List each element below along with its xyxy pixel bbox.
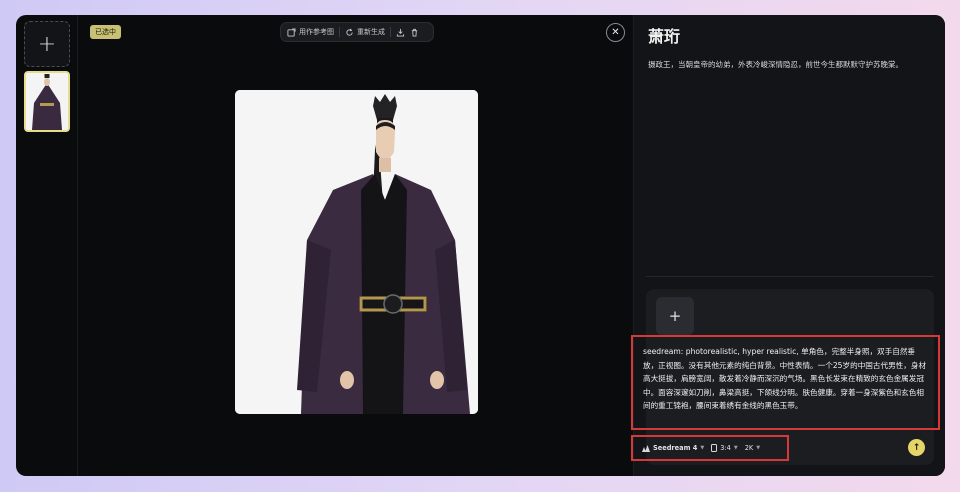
trash-icon <box>411 28 418 37</box>
regenerate-icon <box>346 28 353 36</box>
regenerate-label: 重新生成 <box>357 28 385 36</box>
app-window: + 已选中 用作参考图 重新生成 ✕ 萧珩 摄政王，当朝皇帝的幼弟，外表冷峻深情… <box>16 15 945 476</box>
ratio-selector[interactable]: 3:4 ▼ <box>711 444 738 452</box>
model-label: Seedream 4 <box>653 444 698 452</box>
download-button[interactable] <box>396 28 405 37</box>
character-portrait <box>235 90 478 414</box>
send-button[interactable]: ↑ <box>908 439 925 456</box>
chevron-down-icon: ▼ <box>733 445 738 451</box>
close-button[interactable]: ✕ <box>606 23 625 42</box>
download-icon <box>396 28 405 37</box>
add-image-button[interactable]: + <box>24 21 70 67</box>
use-as-reference-label: 用作参考图 <box>299 28 334 36</box>
generation-settings: Seedream 4 ▼ 3:4 ▼ 2K ▼ <box>631 435 789 461</box>
arrow-up-icon: ↑ <box>912 442 921 453</box>
delete-button[interactable] <box>410 28 419 37</box>
character-name: 萧珩 <box>648 27 681 46</box>
model-icon <box>642 444 650 452</box>
ratio-label: 3:4 <box>720 444 731 452</box>
chevron-down-icon: ▼ <box>756 445 761 451</box>
toolbar-divider <box>339 27 340 37</box>
image-toolbar: 用作参考图 重新生成 <box>280 22 434 42</box>
character-thumbnail-image <box>26 73 68 130</box>
thumbnail-selected[interactable] <box>24 71 70 132</box>
character-description: 摄政王，当朝皇帝的幼弟，外表冷峻深情隐忍，前世今生都默默守护苏晚棠。 <box>648 60 903 69</box>
generated-character-image <box>235 90 478 414</box>
prompt-composer: + seedream: photorealistic, hyper realis… <box>631 289 940 465</box>
plus-icon: + <box>37 31 57 57</box>
model-selector[interactable]: Seedream 4 ▼ <box>642 444 704 452</box>
plus-icon: + <box>668 307 682 325</box>
selected-badge: 已选中 <box>90 25 121 39</box>
thumbnail-rail: + <box>16 15 78 476</box>
aspect-ratio-icon <box>711 444 718 452</box>
resolution-selector[interactable]: 2K ▼ <box>745 444 760 452</box>
chevron-down-icon: ▼ <box>700 445 705 451</box>
character-panel: 萧珩 摄政王，当朝皇帝的幼弟，外表冷峻深情隐忍，前世今生都默默守护苏晚棠。 + … <box>631 15 945 476</box>
panel-divider <box>646 276 934 277</box>
close-icon: ✕ <box>611 27 620 38</box>
add-reference-button[interactable]: + <box>656 297 694 335</box>
image-stage: 已选中 用作参考图 重新生成 ✕ <box>78 15 633 476</box>
use-as-reference-button[interactable]: 用作参考图 <box>287 27 334 37</box>
resolution-label: 2K <box>744 444 754 452</box>
prompt-text: seedream: photorealistic, hyper realisti… <box>643 347 927 411</box>
reference-icon <box>287 27 296 37</box>
regenerate-button[interactable]: 重新生成 <box>345 27 385 37</box>
toolbar-divider <box>390 27 391 37</box>
prompt-input[interactable]: seedream: photorealistic, hyper realisti… <box>631 335 940 430</box>
